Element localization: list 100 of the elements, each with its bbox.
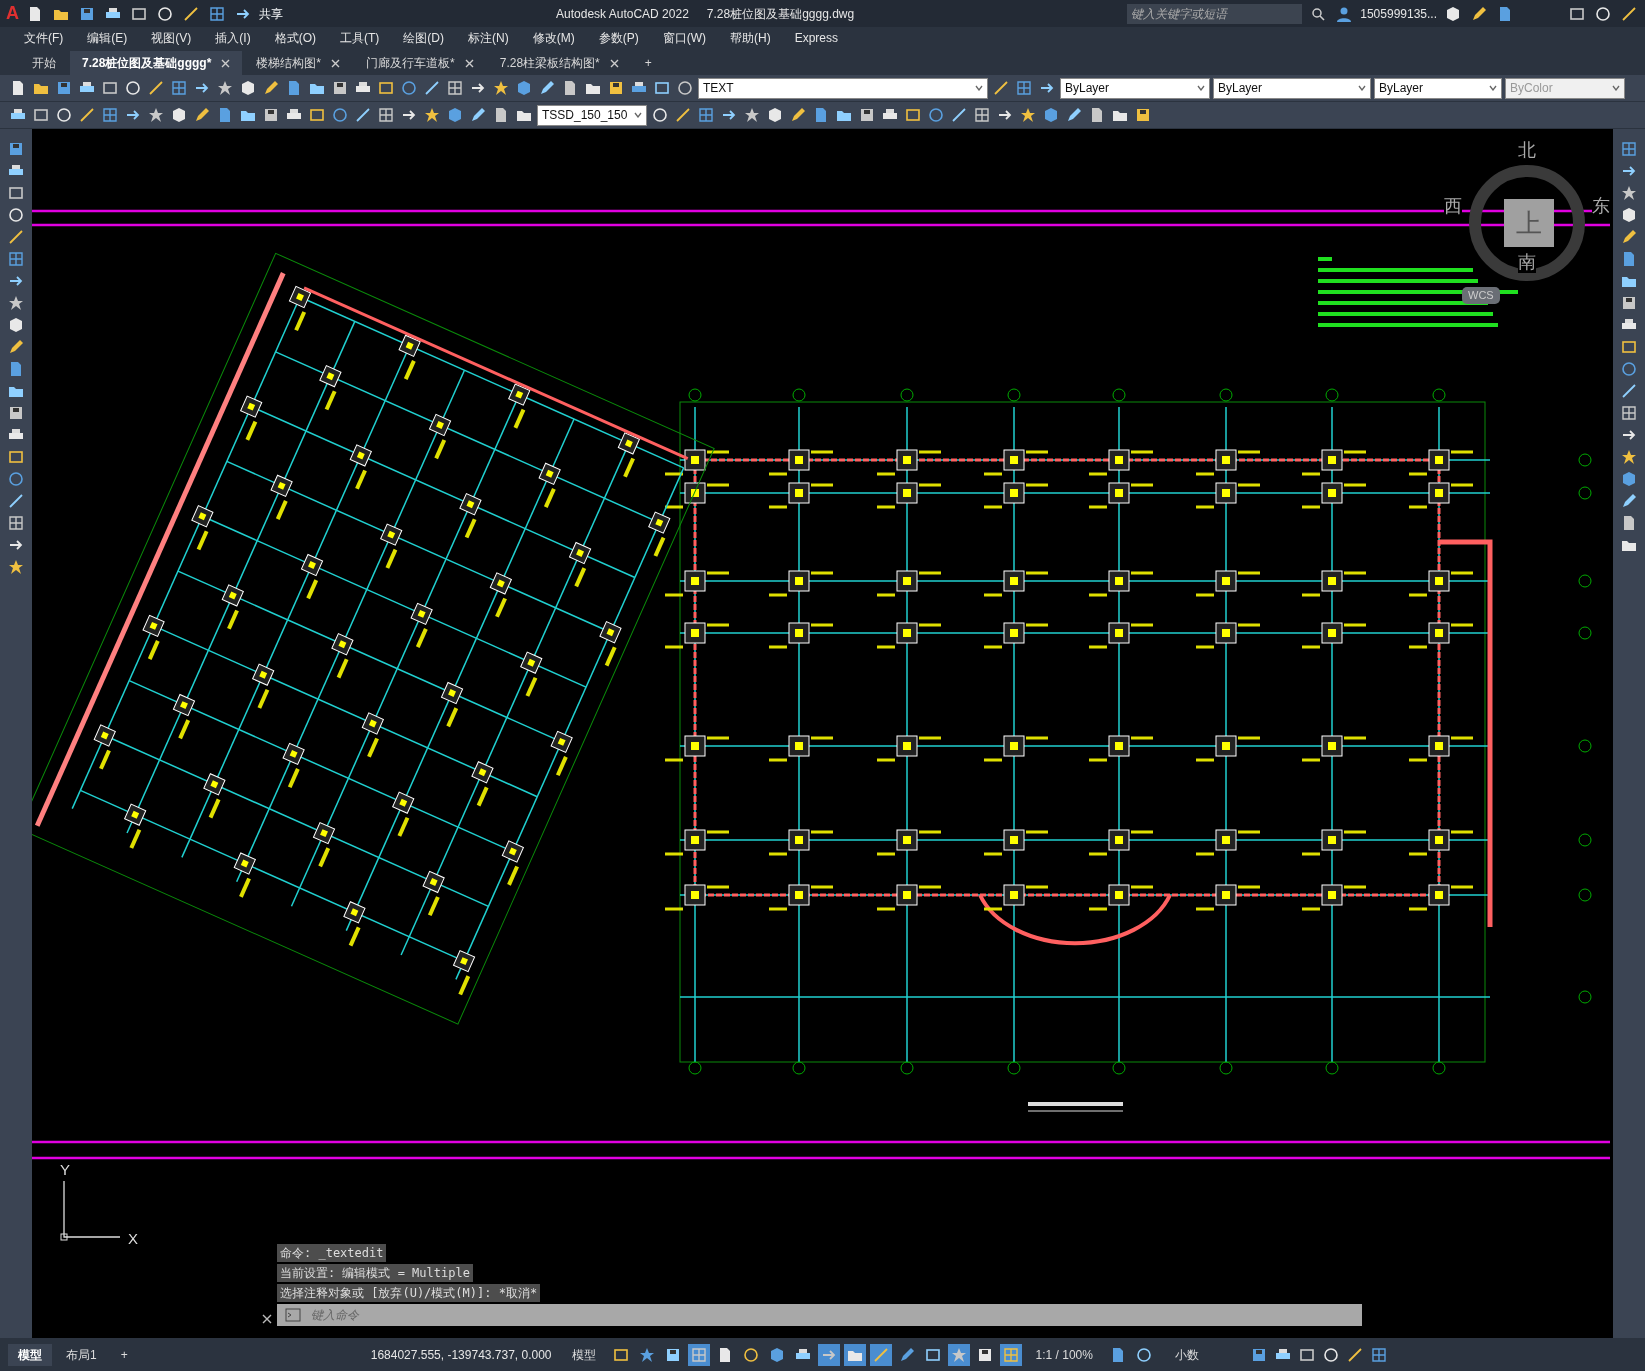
grid-icon[interactable] xyxy=(447,80,463,96)
star-icon[interactable] xyxy=(148,107,164,123)
pencil-icon[interactable] xyxy=(263,80,279,96)
page-icon[interactable] xyxy=(493,107,509,123)
compass-label[interactable]: 北 xyxy=(1518,141,1536,161)
caret-icon[interactable] xyxy=(975,85,983,91)
menu-item[interactable]: 标注(N) xyxy=(458,29,519,47)
star-icon[interactable] xyxy=(8,295,24,311)
square-icon[interactable] xyxy=(131,5,147,22)
line-icon[interactable] xyxy=(1621,5,1637,22)
lineweight-dropdown[interactable]: ByLayer xyxy=(1374,77,1502,99)
pencil-icon[interactable] xyxy=(1471,5,1487,22)
close-icon[interactable] xyxy=(262,1314,272,1324)
menu-item[interactable]: 帮助(H) xyxy=(720,29,781,47)
menu-item[interactable]: 格式(O) xyxy=(264,29,326,47)
circle-icon[interactable] xyxy=(677,80,693,96)
menu-item[interactable]: 参数(P) xyxy=(588,29,649,47)
line-icon[interactable] xyxy=(424,80,440,96)
line-icon[interactable] xyxy=(79,107,95,123)
circle-icon[interactable] xyxy=(742,1346,759,1363)
page-icon[interactable] xyxy=(1621,515,1637,531)
pencil-icon[interactable] xyxy=(539,80,555,96)
star-icon[interactable] xyxy=(1621,449,1637,465)
user-icon[interactable] xyxy=(1336,5,1353,22)
page-icon[interactable] xyxy=(562,80,578,96)
dimension-style-dropdown[interactable]: TSSD_150_150 xyxy=(537,104,647,126)
cube-icon[interactable] xyxy=(8,317,24,333)
line-icon[interactable] xyxy=(993,80,1009,96)
star-icon[interactable] xyxy=(638,1346,655,1363)
page-icon[interactable] xyxy=(1497,5,1513,22)
cube-icon[interactable] xyxy=(767,107,783,123)
line-icon[interactable] xyxy=(8,493,24,509)
pencil-icon[interactable] xyxy=(790,107,806,123)
square-icon[interactable] xyxy=(1569,5,1585,22)
line-icon[interactable] xyxy=(8,229,24,245)
star-icon[interactable] xyxy=(1621,185,1637,201)
grid-icon[interactable] xyxy=(171,80,187,96)
circle-icon[interactable] xyxy=(1322,1346,1339,1363)
layer-dropdown[interactable]: TEXT xyxy=(698,77,988,99)
square-icon[interactable] xyxy=(8,185,24,201)
square-icon[interactable] xyxy=(654,80,670,96)
document-tab[interactable]: 7.28桩位图及基础gggg* xyxy=(70,51,243,75)
line-icon[interactable] xyxy=(1621,383,1637,399)
cube-icon[interactable] xyxy=(1445,5,1461,22)
menu-item[interactable]: 文件(F) xyxy=(14,29,74,47)
pencil-icon[interactable] xyxy=(1621,493,1637,509)
line-icon[interactable] xyxy=(675,107,691,123)
star-icon[interactable] xyxy=(8,559,24,575)
grid-icon[interactable] xyxy=(8,515,24,531)
square-icon[interactable] xyxy=(1298,1346,1315,1363)
star-icon[interactable] xyxy=(217,80,233,96)
grid-icon[interactable] xyxy=(1621,141,1637,157)
pencil-icon[interactable] xyxy=(194,107,210,123)
compass-label[interactable]: 西 xyxy=(1444,197,1462,217)
square-icon[interactable] xyxy=(33,107,49,123)
line-icon[interactable] xyxy=(951,107,967,123)
menu-item[interactable]: Express xyxy=(784,29,848,47)
line-icon[interactable] xyxy=(1346,1346,1363,1363)
grid-icon[interactable] xyxy=(1370,1346,1387,1363)
page-icon[interactable] xyxy=(27,5,43,22)
pencil-icon[interactable] xyxy=(1066,107,1082,123)
caret-icon[interactable] xyxy=(1197,85,1205,91)
square-icon[interactable] xyxy=(378,80,394,96)
star-icon[interactable] xyxy=(950,1346,967,1363)
pencil-icon[interactable] xyxy=(898,1346,915,1363)
line-icon[interactable] xyxy=(148,80,164,96)
caret-icon[interactable] xyxy=(1489,85,1497,91)
grid-icon[interactable] xyxy=(102,107,118,123)
close-icon[interactable] xyxy=(609,59,619,69)
color-dropdown[interactable]: ByLayer xyxy=(1060,77,1210,99)
square-icon[interactable] xyxy=(102,80,118,96)
grid-icon[interactable] xyxy=(8,251,24,267)
square-icon[interactable] xyxy=(8,449,24,465)
close-icon[interactable] xyxy=(331,59,341,69)
search-field[interactable]: 键入关键字或短语 xyxy=(1127,3,1303,24)
share-button[interactable]: 共享 xyxy=(259,4,283,23)
menu-item[interactable]: 插入(I) xyxy=(205,29,261,47)
grid-icon[interactable] xyxy=(1621,405,1637,421)
menu-item[interactable]: 窗口(W) xyxy=(652,29,716,47)
line-icon[interactable] xyxy=(183,5,199,22)
cube-icon[interactable] xyxy=(1621,207,1637,223)
star-icon[interactable] xyxy=(744,107,760,123)
page-icon[interactable] xyxy=(1089,107,1105,123)
page-icon[interactable] xyxy=(10,80,26,96)
close-icon[interactable] xyxy=(464,59,474,69)
line-icon[interactable] xyxy=(355,107,371,123)
square-icon[interactable] xyxy=(309,107,325,123)
pencil-icon[interactable] xyxy=(1621,229,1637,245)
compass-label[interactable]: 南 xyxy=(1518,253,1536,273)
grid-icon[interactable] xyxy=(1016,80,1032,96)
square-icon[interactable] xyxy=(924,1346,941,1363)
terminal-icon[interactable] xyxy=(285,1308,301,1322)
compass-ring-drawing[interactable] xyxy=(1467,163,1587,283)
close-icon[interactable] xyxy=(221,59,231,69)
cube-icon[interactable] xyxy=(171,107,187,123)
linetype-dropdown[interactable]: ByLayer xyxy=(1213,77,1371,99)
pencil-icon[interactable] xyxy=(8,339,24,355)
square-icon[interactable] xyxy=(1621,339,1637,355)
compass-label[interactable]: 东 xyxy=(1592,197,1610,217)
menu-item[interactable]: 编辑(E) xyxy=(77,29,138,47)
